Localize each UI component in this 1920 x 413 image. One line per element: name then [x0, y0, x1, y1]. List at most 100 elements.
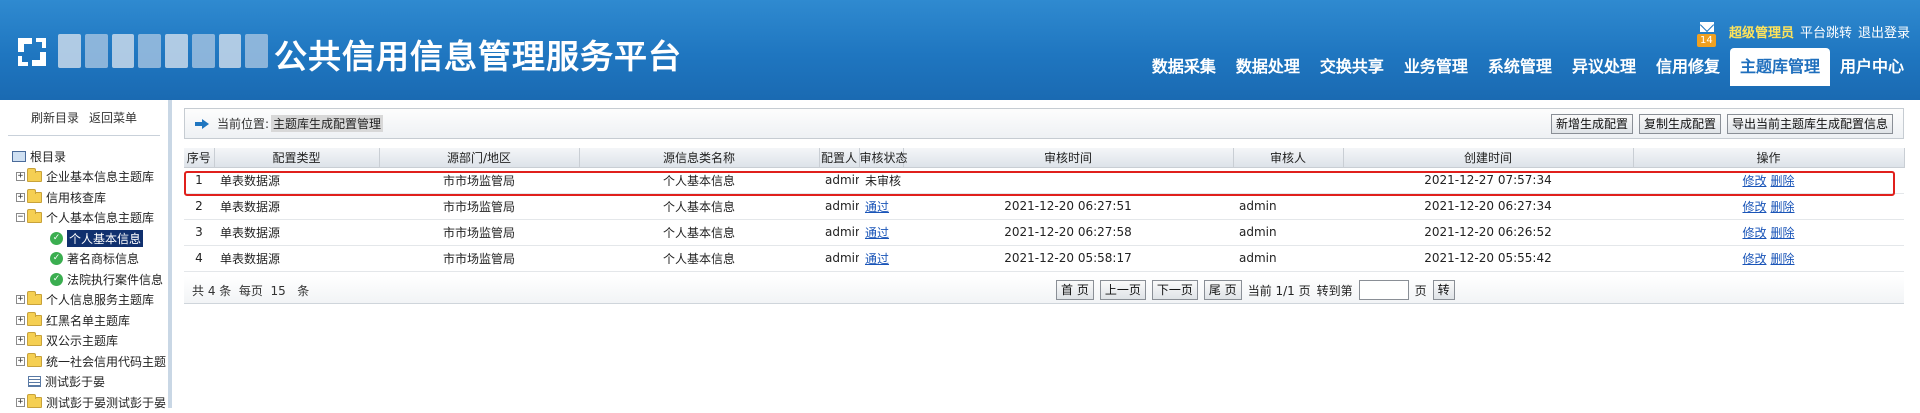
nav-item[interactable]: 主题库管理: [1729, 48, 1830, 86]
edit-link[interactable]: 修改: [1742, 200, 1766, 214]
nav-item[interactable]: 交换共享: [1310, 48, 1394, 86]
review-status-link[interactable]: 通过: [865, 200, 889, 214]
user-name-link[interactable]: 超级管理员: [1729, 22, 1794, 41]
breadcrumb-current: 主题库生成配置管理: [271, 115, 384, 132]
source-department-cell: 市市场监管局: [379, 193, 579, 220]
toolbar: 新增生成配置 复制生成配置 导出当前主题库生成配置信息: [1550, 114, 1893, 134]
review-status-cell: 通过: [859, 245, 903, 272]
tree-item[interactable]: ✓ 个人基本信息: [0, 228, 168, 249]
expand-icon[interactable]: +: [16, 315, 25, 325]
nav-item[interactable]: 异议处理: [1562, 48, 1646, 86]
tree-item[interactable]: ✓ 著名商标信息: [0, 249, 168, 270]
pager-nav: 首 页 上一页 下一页 尾 页 当前 1/1 页 转到第 页 转: [1056, 280, 1455, 300]
computer-icon: [12, 150, 26, 162]
expand-icon[interactable]: +: [16, 172, 25, 182]
review-status-link[interactable]: 通过: [865, 226, 889, 240]
delete-link[interactable]: 删除: [1771, 226, 1795, 240]
expand-icon[interactable]: +: [16, 295, 25, 305]
tree-item-label: 信用核查库: [46, 190, 107, 205]
prev-page-button[interactable]: 上一页: [1099, 280, 1146, 300]
review-status-cell: 未审核: [859, 167, 903, 194]
source-info-class-cell: 个人基本信息: [579, 193, 819, 220]
delete-link[interactable]: 删除: [1771, 200, 1795, 214]
folder-icon: [27, 332, 42, 347]
tree-item[interactable]: + 测试彭于晏测试彭于晏: [0, 392, 168, 413]
review-time-cell: 2021-12-20 06:27:58: [903, 219, 1233, 246]
config-person-cell: admin: [819, 167, 859, 194]
column-header: 配置人: [819, 148, 860, 168]
goto-page-input[interactable]: [1358, 280, 1409, 300]
reviewer-cell: admin: [1233, 193, 1343, 220]
folder-icon: [27, 291, 42, 306]
column-header: 源信息类名称: [579, 148, 820, 168]
tree-item-label: 个人基本信息: [67, 229, 144, 247]
source-department-cell: 市市场监管局: [379, 219, 579, 246]
table-row: 4 单表数据源 市市场监管局 个人基本信息 admin 通过 2021-12-20 05:5…: [184, 245, 1904, 272]
refresh-tree-link[interactable]: 刷新目录: [31, 109, 79, 126]
edit-link[interactable]: 修改: [1742, 252, 1766, 266]
nav-item[interactable]: 信用修复: [1646, 48, 1730, 86]
edit-link[interactable]: 修改: [1742, 226, 1766, 240]
actions-cell: 修改 删除: [1633, 167, 1904, 194]
tree-item[interactable]: + 企业基本信息主题库: [0, 167, 168, 188]
reviewer-cell: [1233, 167, 1343, 194]
edit-link[interactable]: 修改: [1742, 174, 1766, 188]
logout-link[interactable]: 退出登录: [1858, 22, 1910, 41]
breadcrumb-label: 当前位置:: [217, 117, 270, 131]
config-type-cell: 单表数据源: [214, 245, 379, 272]
tree-item[interactable]: + 信用核查库: [0, 187, 168, 208]
platform-switch-link[interactable]: 平台跳转: [1800, 22, 1852, 41]
document-icon: [28, 376, 41, 388]
copy-config-button[interactable]: 复制生成配置: [1638, 114, 1721, 134]
export-config-button[interactable]: 导出当前主题库生成配置信息: [1726, 114, 1893, 134]
mail-button[interactable]: 14: [1696, 20, 1719, 47]
collapse-icon[interactable]: −: [16, 213, 25, 223]
back-to-menu-link[interactable]: 返回菜单: [89, 109, 137, 126]
nav-item[interactable]: 数据处理: [1226, 48, 1310, 86]
row-number-cell: 4: [184, 245, 214, 272]
actions-cell: 修改 删除: [1633, 219, 1904, 246]
goto-button[interactable]: 转: [1432, 280, 1455, 300]
add-config-button[interactable]: 新增生成配置: [1550, 114, 1633, 134]
tree-item[interactable]: 测试彭于晏: [0, 372, 168, 393]
nav-item[interactable]: 业务管理: [1394, 48, 1478, 86]
reviewer-cell: admin: [1233, 219, 1343, 246]
folder-icon: [27, 311, 42, 326]
tree-item[interactable]: + 红黑名单主题库: [0, 310, 168, 331]
delete-link[interactable]: 删除: [1771, 174, 1795, 188]
tree-item[interactable]: ✓ 法院执行案件信息: [0, 269, 168, 290]
pager-summary: 共 4 条 每页 15 条: [192, 284, 310, 298]
column-header: 配置类型: [214, 148, 380, 168]
expand-icon[interactable]: +: [16, 356, 25, 366]
expand-icon[interactable]: +: [16, 336, 25, 346]
expand-icon[interactable]: +: [16, 397, 25, 407]
delete-link[interactable]: 删除: [1771, 252, 1795, 266]
tree-item[interactable]: − 个人基本信息主题库: [0, 208, 168, 229]
tree-root[interactable]: 根目录: [0, 146, 168, 167]
source-department-cell: 市市场监管局: [379, 167, 579, 194]
review-time-cell: [903, 167, 1233, 194]
review-status-link[interactable]: 通过: [865, 252, 889, 266]
check-icon: ✓: [50, 252, 63, 266]
config-type-cell: 单表数据源: [214, 219, 379, 246]
site-title: 公共信用信息管理服务平台: [274, 37, 682, 76]
tree-item[interactable]: + 双公示主题库: [0, 331, 168, 352]
row-number-cell: 1: [184, 167, 214, 194]
nav-item[interactable]: 用户中心: [1830, 48, 1914, 86]
nav-item[interactable]: 系统管理: [1478, 48, 1562, 86]
created-time-cell: 2021-12-20 05:55:42: [1343, 245, 1633, 272]
column-header: 创建时间: [1343, 148, 1634, 168]
source-department-cell: 市市场监管局: [379, 245, 579, 272]
source-info-class-cell: 个人基本信息: [579, 245, 819, 272]
tree-item[interactable]: + 统一社会信用代码主题: [0, 351, 168, 372]
main-content: 当前位置: 主题库生成配置管理 新增生成配置 复制生成配置 导出当前主题库生成配…: [176, 100, 1920, 408]
first-page-button[interactable]: 首 页: [1056, 280, 1094, 300]
tree-item[interactable]: + 个人信息服务主题库: [0, 290, 168, 311]
nav-item[interactable]: 数据采集: [1142, 48, 1226, 86]
table-body: 1 单表数据源 市市场监管局 个人基本信息 admin 未审核 2021-12-27 07:…: [184, 167, 1904, 272]
last-page-button[interactable]: 尾 页: [1203, 280, 1242, 300]
expand-icon[interactable]: +: [16, 192, 25, 202]
next-page-button[interactable]: 下一页: [1151, 280, 1198, 300]
review-time-cell: 2021-12-20 05:58:17: [903, 245, 1233, 272]
config-type-cell: 单表数据源: [214, 193, 379, 220]
